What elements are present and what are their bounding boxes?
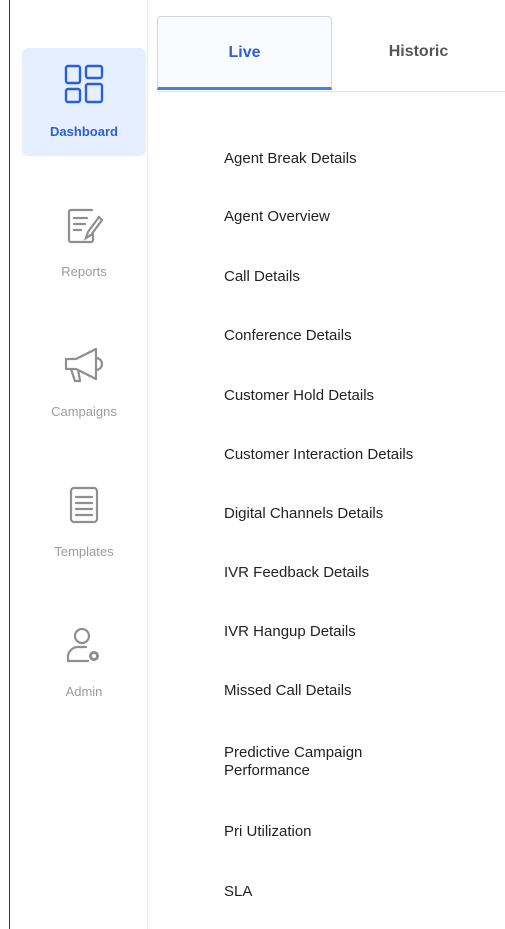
sidebar-item-label: Dashboard [50,124,118,139]
megaphone-icon [64,347,104,383]
report-link-sla[interactable]: SLA [224,883,499,901]
dashboard-grid-icon [64,64,104,104]
sidebar-item-admin[interactable]: Admin [22,608,146,716]
sidebar-item-templates[interactable]: Templates [22,468,146,576]
sidebar-item-reports[interactable]: Reports [22,188,146,296]
tab-live[interactable]: Live [157,16,332,90]
report-edit-icon [67,208,104,244]
sidebar-item-label: Admin [65,684,103,699]
sidebar-item-dashboard[interactable]: Dashboard [22,48,146,156]
report-link-predictive-campaign-performance[interactable]: Predictive Campaign Performance [224,744,414,780]
sidebar: Dashboard Reports Campaigns Templates Ad… [10,0,148,929]
report-link-customer-interaction-details[interactable]: Customer Interaction Details [224,446,499,464]
user-gear-icon [66,627,99,663]
report-tabs: Live Historic [157,16,505,92]
sidebar-item-label: Campaigns [51,404,117,419]
report-link-ivr-hangup-details[interactable]: IVR Hangup Details [224,623,499,641]
tab-historic[interactable]: Historic [332,16,505,90]
report-link-missed-call-details[interactable]: Missed Call Details [224,682,499,700]
sidebar-item-label: Templates [54,544,114,559]
report-link-digital-channels-details[interactable]: Digital Channels Details [224,505,499,523]
report-link-agent-break-details[interactable]: Agent Break Details [224,150,499,168]
report-link-agent-overview[interactable]: Agent Overview [224,208,499,226]
sidebar-item-label: Reports [61,264,107,279]
sidebar-item-campaigns[interactable]: Campaigns [22,328,146,436]
report-link-conference-details[interactable]: Conference Details [224,327,499,345]
report-link-pri-utilization[interactable]: Pri Utilization [224,823,499,841]
document-lines-icon [69,486,99,524]
report-link-customer-hold-details[interactable]: Customer Hold Details [224,387,499,405]
report-link-call-details[interactable]: Call Details [224,268,499,286]
report-link-ivr-feedback-details[interactable]: IVR Feedback Details [224,564,499,582]
